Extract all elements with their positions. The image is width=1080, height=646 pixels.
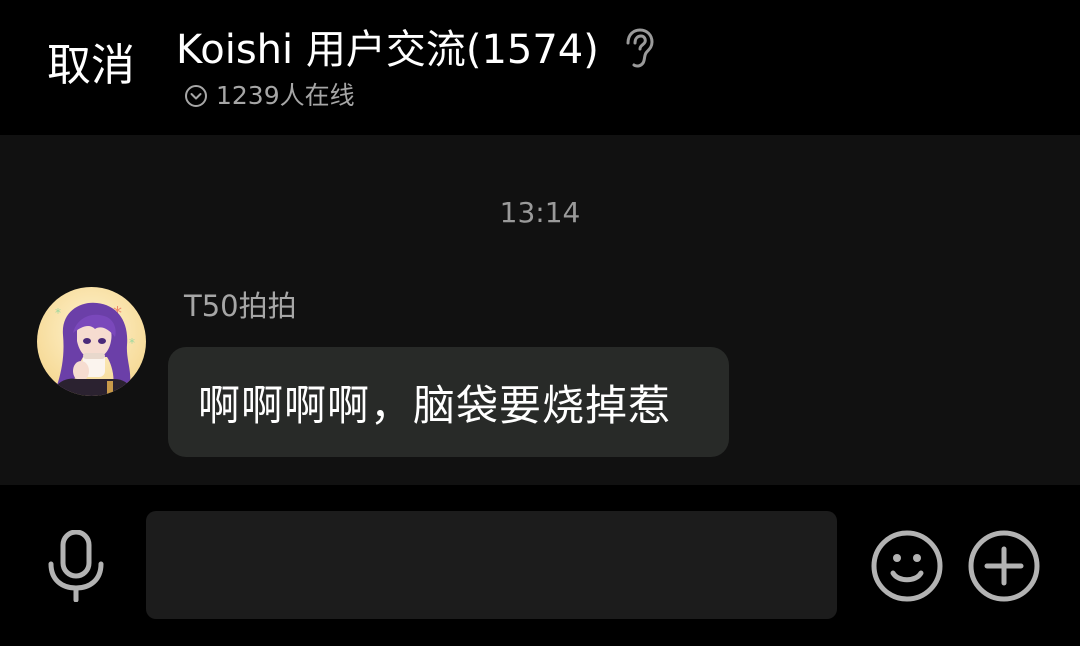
message-input[interactable] <box>146 511 837 619</box>
smiley-icon[interactable] <box>870 529 944 603</box>
chevron-down-circle-icon <box>185 85 207 107</box>
sender-name[interactable]: T50拍拍 <box>184 287 297 325</box>
message-list[interactable]: 13:14 * * * <box>0 135 1080 485</box>
message-text: 啊啊啊啊，脑袋要烧掉惹 <box>198 380 672 430</box>
message-timestamp: 13:14 <box>499 196 581 229</box>
microphone-icon[interactable] <box>46 530 106 602</box>
plus-circle-icon[interactable] <box>967 529 1041 603</box>
online-status[interactable]: 1239人在线 <box>184 80 355 112</box>
group-title[interactable]: Koishi 用户交流(1574) <box>176 24 599 76</box>
avatar[interactable]: * * * <box>37 287 146 396</box>
cancel-button[interactable]: 取消 <box>47 38 135 94</box>
avatar-image: * * * <box>37 287 146 396</box>
svg-text:*: * <box>55 306 61 320</box>
message-bubble[interactable]: 啊啊啊啊，脑袋要烧掉惹 <box>168 347 729 457</box>
input-bar <box>0 485 1080 646</box>
chat-screen: 取消 Koishi 用户交流(1574) 1239人在线 13:14 * * T… <box>0 0 1080 646</box>
ear-icon[interactable] <box>618 27 656 69</box>
online-count-text: 1239人在线 <box>216 81 355 110</box>
top-bar: 取消 Koishi 用户交流(1574) 1239人在线 <box>0 0 1080 135</box>
svg-text:*: * <box>129 336 135 350</box>
